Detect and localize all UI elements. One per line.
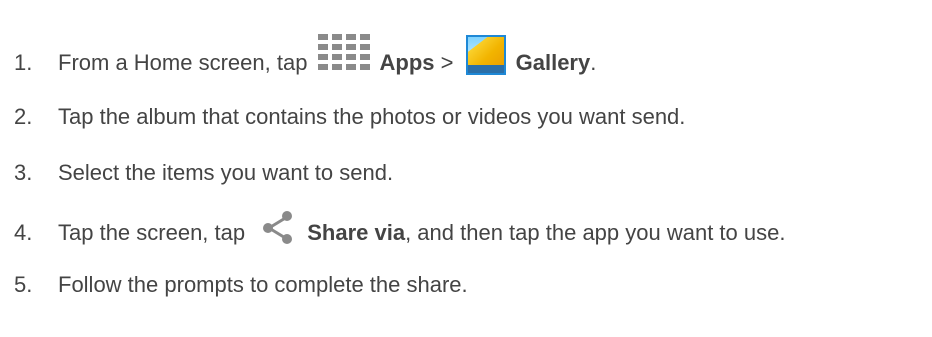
step-number: 4. [14, 220, 33, 245]
step-4: 4. Tap the screen, tap Share via , and t… [14, 211, 786, 251]
step-text: Follow the prompts to complete the share… [58, 272, 468, 297]
step-number: 1. [14, 50, 33, 75]
step-3: 3. Select the items you want to send. [14, 158, 393, 188]
separator: > [434, 50, 460, 75]
gallery-icon [465, 35, 506, 75]
step-text: Select the items you want to send. [58, 160, 394, 185]
apps-grid-icon [316, 32, 376, 74]
step-number: 5. [14, 272, 33, 297]
instruction-steps: 1. From a Home screen, tap Apps > Galler… [0, 0, 932, 337]
step-text-before: Tap the screen, tap [58, 220, 252, 245]
step-5: 5. Follow the prompts to complete the sh… [14, 270, 468, 300]
step-text-after: . [590, 50, 597, 75]
step-1: 1. From a Home screen, tap Apps > Galler… [14, 34, 596, 78]
step-text: Tap the screen, tap Share via , and then… [58, 211, 786, 251]
step-text-after: , and then tap the app you want to use. [405, 220, 786, 245]
step-2: 2. Tap the album that contains the photo… [14, 102, 685, 132]
step-text: Tap the album that contains the photos o… [58, 104, 686, 129]
step-text: From a Home screen, tap Apps > Gallery . [58, 34, 597, 84]
gallery-label: Gallery [515, 50, 591, 75]
step-text-before: From a Home screen, tap [58, 50, 314, 75]
share-icon [259, 209, 297, 245]
step-number: 3. [14, 160, 33, 185]
apps-label: Apps [379, 50, 435, 75]
step-number: 2. [14, 104, 33, 129]
share-via-label: Share via [307, 220, 406, 245]
